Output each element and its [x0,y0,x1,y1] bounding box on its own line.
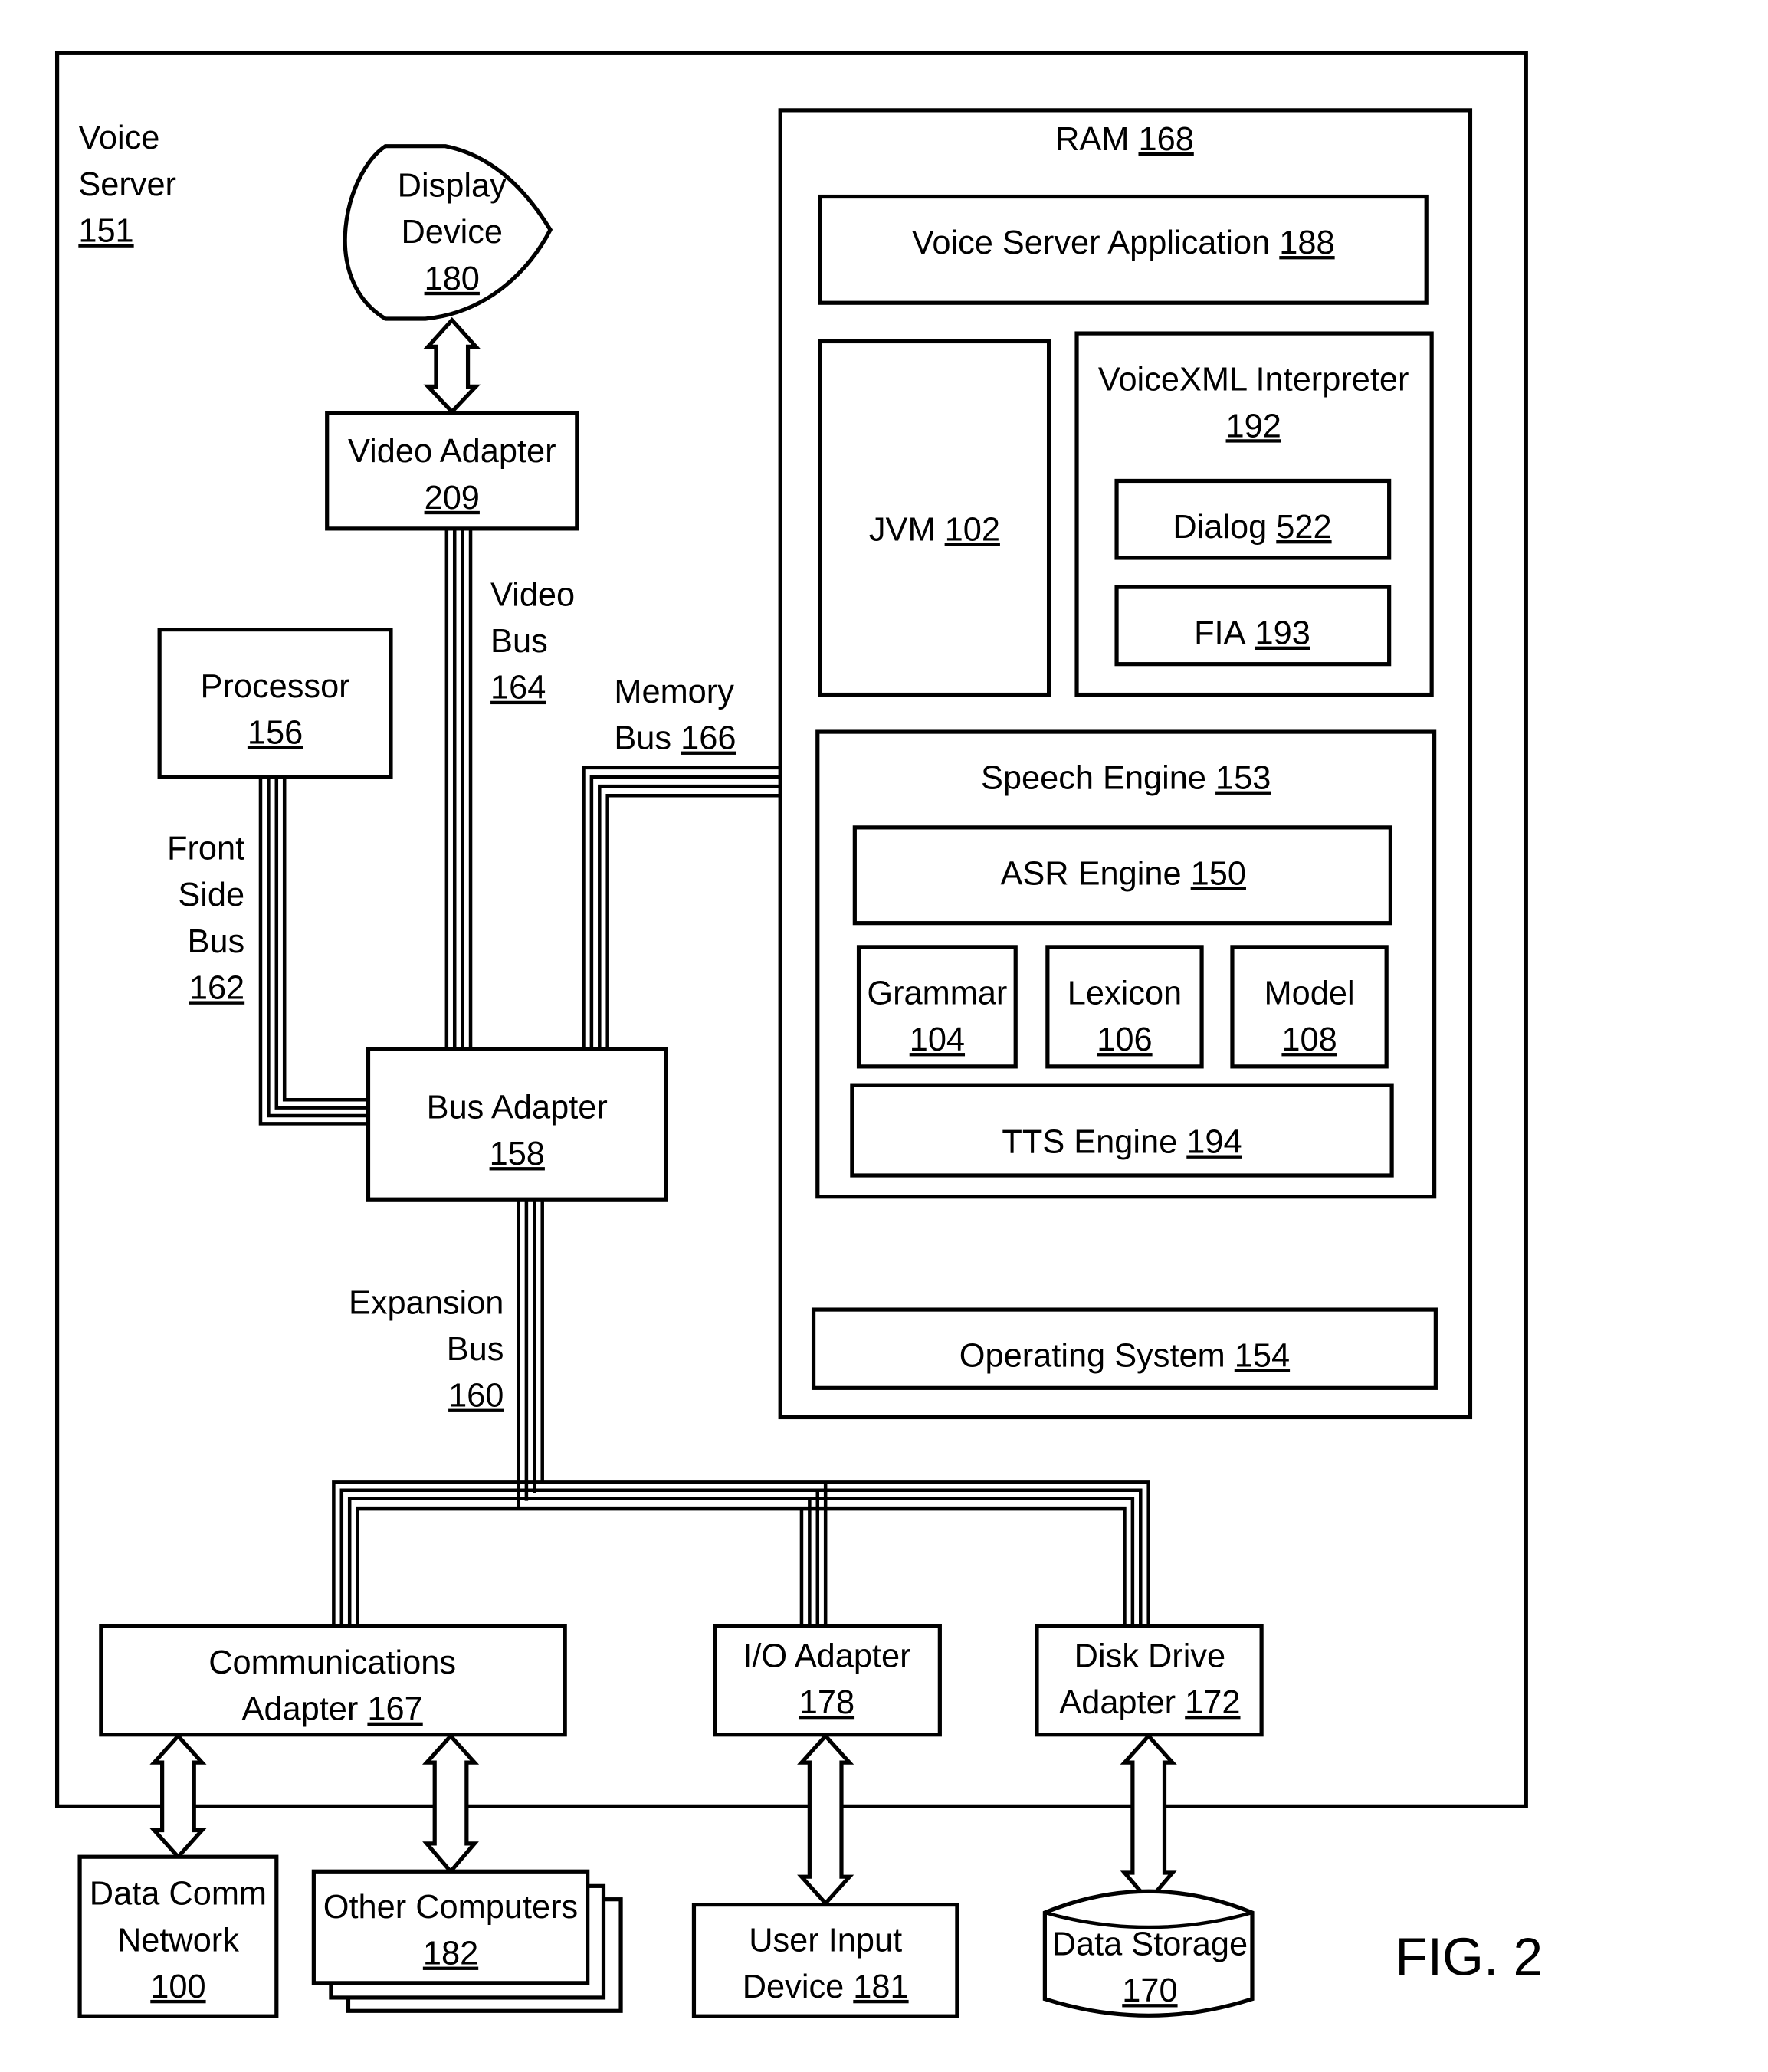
memory-bus-ref: 166 [681,720,736,757]
tts-engine-text: TTS Engine [1002,1124,1177,1161]
dialog-label: Dialog 522 [1173,509,1331,546]
communications-adapter-ref: 167 [367,1691,422,1728]
operating-system-label: Operating System 154 [959,1338,1290,1375]
bus-adapter-ref: 158 [490,1136,545,1172]
ram-label: RAM 168 [1055,121,1194,158]
front-side-bus-label-line1: Front [167,830,244,867]
expansion-bus-ref: 160 [448,1378,504,1415]
communications-adapter-label-line2: Adapter 167 [242,1691,423,1728]
video-adapter-ref: 209 [425,480,480,516]
speech-engine-ref: 153 [1215,760,1271,797]
fia-text: FIA [1194,615,1246,652]
voice-server-application-text: Voice Server Application [912,225,1270,261]
fia-label: FIA 193 [1194,615,1310,652]
voicexml-interpreter-ref: 192 [1226,408,1281,444]
processor-label: Processor [201,668,350,705]
voice-server-label-server: Server [78,166,176,203]
expansion-bus-label-line2: Bus [447,1331,504,1368]
processor-ref: 156 [248,715,303,752]
voicexml-interpreter-label: VoiceXML Interpreter [1098,362,1409,398]
voice-server-label-voice: Voice [78,120,159,156]
grammar-label: Grammar [867,975,1007,1011]
disk-drive-adapter-label-line1: Disk Drive [1074,1638,1225,1674]
memory-bus-label-line2: Bus 166 [614,720,736,757]
jvm-ref: 102 [945,511,1000,548]
user-input-device-label-line1: User Input [749,1922,902,1959]
bidirectional-arrow-icon [797,1733,854,1906]
disk-drive-adapter-ref: 172 [1185,1684,1240,1721]
tts-engine-label: TTS Engine 194 [1002,1124,1242,1161]
display-device-label-line1: Display [398,168,507,205]
bus-adapter-label: Bus Adapter [427,1089,608,1126]
other-computers-ref: 182 [423,1936,478,1972]
memory-bus-label-line1: Memory [614,674,734,710]
lexicon-label: Lexicon [1068,975,1182,1011]
jvm-label: JVM 102 [869,511,1000,548]
jvm-text: JVM [869,511,936,548]
front-side-bus-label-line2: Side [178,877,244,913]
bidirectional-arrow-icon [149,1733,207,1861]
operating-system-ref: 154 [1235,1338,1290,1375]
fia-ref: 193 [1255,615,1310,652]
data-comm-network-ref: 100 [150,1969,205,2005]
voice-server-ref: 151 [78,212,133,249]
front-side-bus-label-line3: Bus [187,923,244,960]
io-adapter-label: I/O Adapter [743,1638,910,1674]
speech-engine-text: Speech Engine [981,760,1206,797]
video-bus-label-line1: Video [490,576,575,613]
data-storage-label: Data Storage [1052,1926,1248,1962]
memory-bus-label-bus: Bus [614,720,671,757]
video-bus-ref: 164 [490,670,546,707]
figure-label: FIG. 2 [1395,1926,1543,1986]
asr-engine-ref: 150 [1191,855,1246,892]
grammar-ref: 104 [910,1021,965,1058]
expansion-bus-label-line1: Expansion [349,1284,504,1321]
user-input-device-label-line2: Device 181 [743,1969,909,2005]
user-input-device-ref: 181 [853,1969,908,2005]
model-label: Model [1264,975,1355,1011]
dialog-ref: 522 [1276,509,1331,546]
front-side-bus-ref: 162 [189,969,244,1006]
display-device-ref: 180 [425,261,480,297]
bidirectional-arrow-icon [1120,1733,1177,1904]
tts-engine-ref: 194 [1186,1124,1242,1161]
communications-adapter-label-line1: Communications [208,1644,456,1681]
voice-server-diagram: Voice Server 151 Display Device 180 Vide… [54,51,1543,2018]
display-device-label-line2: Device [402,214,504,251]
data-comm-network-label-line1: Data Comm [90,1876,267,1913]
voice-server-application-label: Voice Server Application 188 [912,225,1335,261]
data-storage-ref: 170 [1122,1972,1177,2009]
ram-label-text: RAM [1055,121,1129,158]
ram-ref: 168 [1138,121,1193,158]
asr-engine-label: ASR Engine 150 [1000,855,1246,892]
speech-engine-label: Speech Engine 153 [981,760,1271,797]
io-adapter-ref: 178 [799,1684,854,1721]
bidirectional-arrow-icon [421,1733,480,1875]
other-computers-label: Other Computers [323,1889,578,1926]
video-bus-label-line2: Bus [490,623,548,660]
model-ref: 108 [1281,1021,1337,1058]
voice-server-application-ref: 188 [1279,225,1334,261]
asr-engine-text: ASR Engine [1000,855,1181,892]
dialog-text: Dialog [1173,509,1267,546]
communications-adapter-text: Adapter [242,1691,359,1728]
operating-system-text: Operating System [959,1338,1225,1375]
user-input-device-text: Device [743,1969,845,2005]
disk-drive-adapter-label-line2: Adapter 172 [1059,1684,1240,1721]
data-comm-network-label-line2: Network [117,1922,239,1959]
video-adapter-label: Video Adapter [348,433,556,470]
disk-drive-adapter-text: Adapter [1059,1684,1176,1721]
lexicon-ref: 106 [1097,1021,1152,1058]
